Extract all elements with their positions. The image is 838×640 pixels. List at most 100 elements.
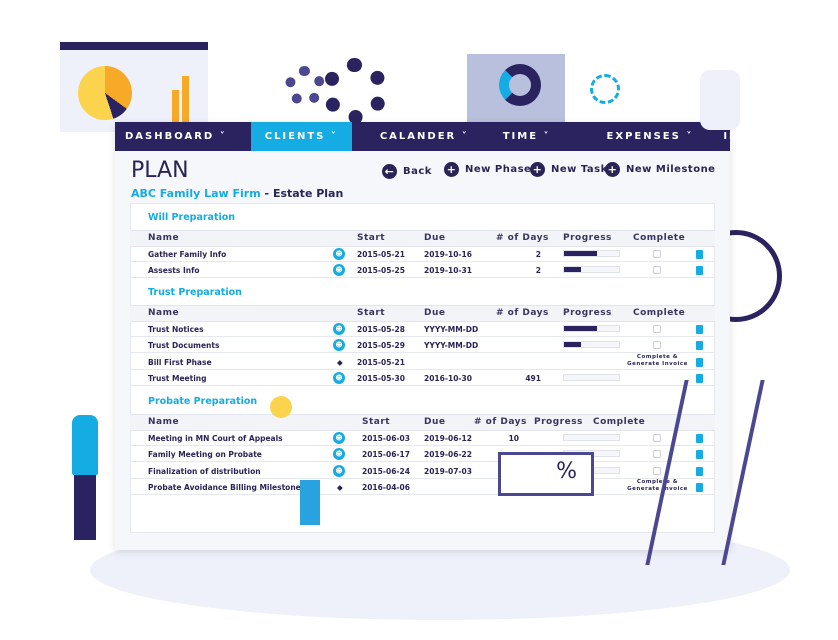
new-task-button[interactable]: + New Task bbox=[530, 162, 608, 177]
arrow-left-icon: ← bbox=[382, 164, 397, 179]
stats-card-illustration: % bbox=[498, 452, 594, 496]
complete-checkbox[interactable] bbox=[653, 434, 661, 442]
page-title: PLAN bbox=[131, 158, 189, 183]
col-due: Due bbox=[424, 233, 446, 243]
table-header bbox=[130, 305, 715, 322]
start-date: 2015-05-29 bbox=[357, 341, 405, 351]
task-name[interactable]: Bill First Phase bbox=[148, 358, 212, 367]
progress-bar bbox=[563, 341, 620, 349]
task-name[interactable]: Trust Notices bbox=[148, 325, 204, 334]
task-name[interactable]: Meeting in MN Court of Appeals bbox=[148, 434, 283, 443]
due-date: 2019-10-31 bbox=[424, 266, 472, 276]
gear-icon bbox=[285, 66, 325, 106]
group-icon[interactable]: ☻ bbox=[333, 248, 345, 260]
progress-bar bbox=[563, 325, 620, 332]
complete-checkbox[interactable] bbox=[653, 325, 661, 333]
nav-clients[interactable]: CLIENTS ˅ bbox=[250, 122, 352, 151]
nav-dashboard[interactable]: DASHBOARD ˅ bbox=[115, 122, 237, 151]
start-date: 2015-05-25 bbox=[357, 266, 405, 276]
group-icon[interactable]: ☻ bbox=[333, 323, 345, 335]
new-task-label: New Task bbox=[551, 164, 608, 175]
new-phase-button[interactable]: + New Phase bbox=[444, 162, 531, 177]
plus-icon: + bbox=[444, 162, 459, 177]
complete-generate-invoice-button[interactable]: Complete & Generate Invoice bbox=[620, 354, 695, 368]
complete-checkbox[interactable] bbox=[653, 466, 661, 475]
due-date: 2019-06-22 bbox=[424, 450, 472, 460]
complete-checkbox[interactable] bbox=[653, 341, 661, 350]
nav-expenses[interactable]: EXPENSES ˅ bbox=[597, 122, 704, 151]
edit-icon[interactable] bbox=[696, 341, 703, 351]
back-button[interactable]: ← Back bbox=[382, 164, 432, 179]
col-start: Start bbox=[362, 417, 391, 427]
percent-icon: % bbox=[556, 459, 577, 484]
progress-bar bbox=[563, 266, 620, 274]
edit-icon[interactable] bbox=[696, 250, 703, 259]
col-start: Start bbox=[357, 308, 386, 318]
due-date: 2019-10-16 bbox=[424, 250, 472, 259]
group-icon[interactable]: ☻ bbox=[333, 464, 345, 477]
section-title: Will Preparation bbox=[148, 212, 236, 223]
loading-circle-icon bbox=[590, 74, 620, 104]
new-milestone-label: New Milestone bbox=[626, 164, 716, 175]
plan-name: Estate Plan bbox=[272, 187, 344, 200]
start-date: 2015-05-21 bbox=[357, 357, 405, 367]
start-date: 2015-06-03 bbox=[362, 434, 410, 443]
col-progress: Progress bbox=[563, 308, 612, 318]
row-divider bbox=[130, 384, 715, 386]
group-icon[interactable]: ☻ bbox=[333, 371, 345, 384]
group-icon[interactable]: ☻ bbox=[333, 432, 345, 444]
person-legs bbox=[74, 475, 96, 540]
section-title: Probate Preparation bbox=[148, 396, 258, 407]
row-divider bbox=[130, 277, 715, 279]
due-date: YYYY-MM-DD bbox=[424, 341, 479, 351]
days-count: 2 bbox=[535, 250, 541, 259]
task-name[interactable]: Family Meeting on Probate bbox=[148, 450, 262, 459]
lightbulb-icon bbox=[270, 396, 292, 418]
start-date: 2015-05-30 bbox=[357, 373, 405, 383]
edit-icon[interactable] bbox=[696, 357, 703, 367]
task-name[interactable]: Trust Meeting bbox=[148, 374, 207, 383]
complete-checkbox[interactable] bbox=[653, 266, 661, 275]
due-date: 2019-07-03 bbox=[424, 466, 472, 476]
row-divider bbox=[130, 493, 715, 495]
row-divider bbox=[130, 461, 715, 463]
days-count: 10 bbox=[508, 434, 519, 443]
task-name[interactable]: Trust Documents bbox=[148, 341, 219, 350]
col-complete: Complete bbox=[633, 233, 686, 243]
start-date: 2016-04-06 bbox=[362, 482, 410, 492]
task-name[interactable]: Finalization of distribution bbox=[148, 467, 261, 476]
row-divider bbox=[130, 445, 715, 446]
row-divider bbox=[130, 261, 715, 262]
donut-chart-illustration bbox=[467, 54, 565, 122]
task-name[interactable]: Probate Avoidance Billing Milestone bbox=[148, 483, 301, 492]
gear-icon bbox=[322, 58, 388, 124]
start-date: 2015-06-24 bbox=[362, 466, 410, 476]
start-date: 2015-05-28 bbox=[357, 325, 405, 334]
edit-icon[interactable] bbox=[696, 325, 703, 334]
complete-checkbox[interactable] bbox=[653, 250, 661, 258]
task-name[interactable]: Assests Info bbox=[148, 266, 200, 275]
col-name: Name bbox=[148, 233, 180, 243]
person-illustration bbox=[300, 480, 320, 525]
new-milestone-button[interactable]: + New Milestone bbox=[605, 162, 715, 177]
due-date: YYYY-MM-DD bbox=[424, 325, 479, 334]
milestone-diamond-icon: ◆ bbox=[337, 482, 343, 492]
task-name[interactable]: Gather Family Info bbox=[148, 250, 226, 259]
col-due: Due bbox=[424, 417, 446, 427]
person-illustration bbox=[72, 415, 98, 475]
due-date: 2019-06-12 bbox=[424, 434, 472, 443]
col-name: Name bbox=[148, 417, 180, 427]
nav-time[interactable]: TIME ˅ bbox=[493, 122, 561, 151]
section-title: Trust Preparation bbox=[148, 287, 242, 298]
client-link[interactable]: ABC Family Law Firm bbox=[131, 187, 261, 200]
due-date: 2016-10-30 bbox=[424, 373, 472, 383]
table-header bbox=[130, 230, 715, 247]
complete-checkbox[interactable] bbox=[653, 450, 661, 459]
edit-icon[interactable] bbox=[696, 266, 703, 276]
milestone-diamond-icon: ◆ bbox=[337, 357, 343, 367]
top-nav: DASHBOARD ˅ CLIENTS ˅ CALANDER ˅ TIME ˅ EXPE… bbox=[115, 122, 835, 151]
col-progress: Progress bbox=[563, 233, 612, 243]
col-progress: Progress bbox=[534, 417, 583, 427]
nav-calander[interactable]: CALANDER ˅ bbox=[370, 122, 479, 151]
more-nav-icon[interactable]: » bbox=[815, 122, 838, 151]
